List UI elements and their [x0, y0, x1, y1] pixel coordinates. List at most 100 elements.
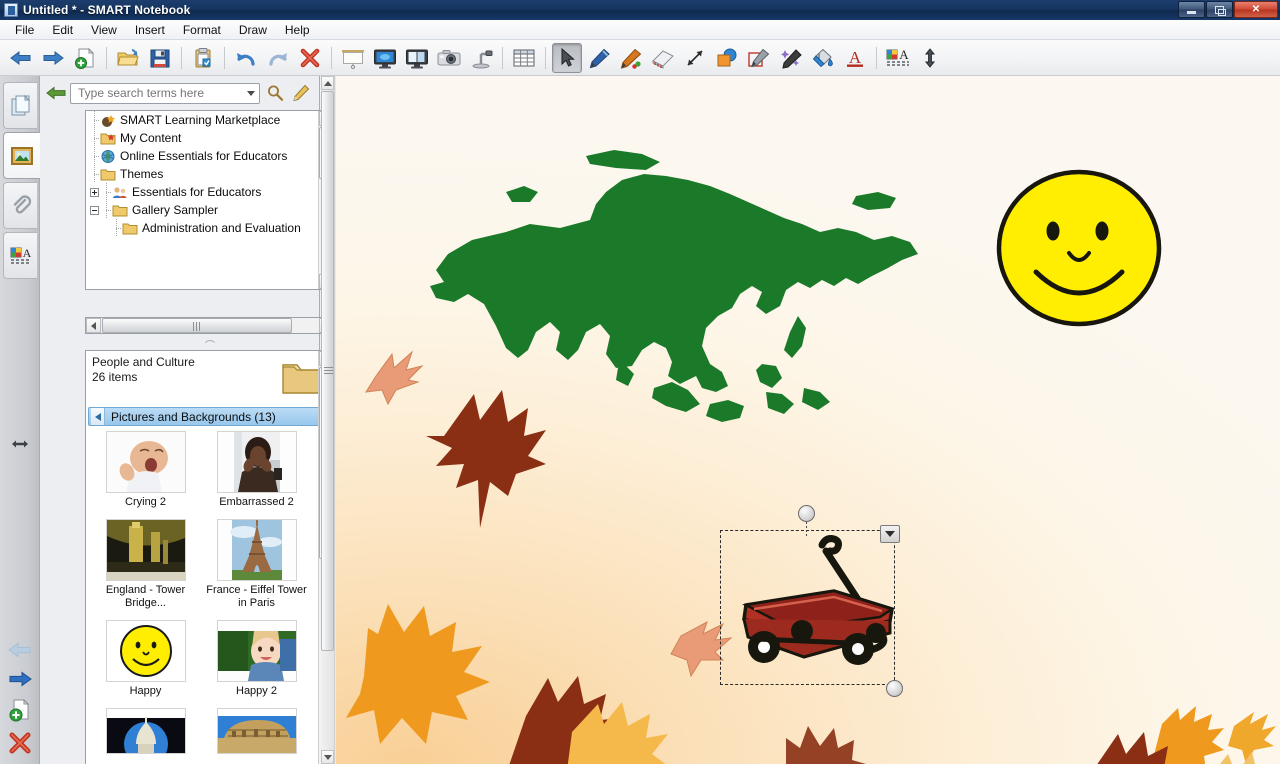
save-button[interactable]: [145, 43, 175, 73]
creative-pen-icon: [620, 48, 642, 69]
smiley-face-shape[interactable]: [994, 166, 1164, 331]
open-button[interactable]: [113, 43, 143, 73]
pen-tool-button[interactable]: [584, 43, 614, 73]
scrollbar-thumb[interactable]: [102, 318, 292, 333]
gallery-item[interactable]: Happy 2: [203, 620, 310, 698]
tree-item-online-essentials[interactable]: Online Essentials for Educators: [86, 147, 318, 165]
menu-file[interactable]: File: [6, 21, 43, 39]
magic-pen-icon: [781, 48, 802, 69]
asia-map-shape[interactable]: [410, 136, 930, 436]
gallery-back-button[interactable]: [46, 84, 66, 102]
tree-item-smart-learning-marketplace[interactable]: SMART Learning Marketplace: [86, 111, 318, 129]
undo-arrow-icon: [237, 52, 255, 66]
eraser-tool-button[interactable]: [648, 43, 678, 73]
thumbnail-image: [216, 519, 297, 581]
gallery-item[interactable]: Happy: [92, 620, 199, 698]
redo-button[interactable]: [263, 43, 293, 73]
chevron-down-icon[interactable]: [247, 90, 255, 96]
thumbnail-image: [105, 620, 186, 682]
right-arrow-icon: [43, 50, 64, 65]
gallery-search-box[interactable]: [70, 82, 260, 104]
attachments-tab[interactable]: [3, 182, 37, 229]
properties-tab[interactable]: A: [3, 232, 37, 279]
magic-pen-button[interactable]: [776, 43, 806, 73]
tree-item-gallery-sampler[interactable]: Gallery Sampler: [86, 201, 318, 219]
move-toolbar-button[interactable]: [915, 43, 945, 73]
rotate-handle[interactable]: [798, 505, 815, 522]
gallery-item[interactable]: [92, 708, 199, 757]
scroll-up-button[interactable]: [321, 76, 334, 90]
dual-page-button[interactable]: [402, 43, 432, 73]
menu-insert[interactable]: Insert: [126, 21, 174, 39]
toolbar-separator: [181, 46, 182, 69]
tree-connector: [102, 183, 112, 201]
restore-button[interactable]: [1206, 1, 1233, 18]
previous-page-button[interactable]: [7, 640, 33, 663]
gallery-item[interactable]: Embarrassed 2: [203, 431, 310, 509]
page-sorter-tab[interactable]: [3, 82, 37, 129]
screen-capture-button[interactable]: [434, 43, 464, 73]
gallery-section-header[interactable]: Pictures and Backgrounds (13): [88, 407, 324, 426]
shape-pen-button[interactable]: [744, 43, 774, 73]
full-screen-button[interactable]: [370, 43, 400, 73]
scroll-left-button[interactable]: [86, 318, 101, 333]
tree-horizontal-scrollbar[interactable]: [85, 317, 335, 334]
line-tool-button[interactable]: [680, 43, 710, 73]
select-tool-button[interactable]: [552, 42, 582, 73]
tree-item-essentials-for-educators[interactable]: Essentials for Educators: [86, 183, 318, 201]
minimize-button[interactable]: [1178, 1, 1205, 18]
tree-item-themes[interactable]: Themes: [86, 165, 318, 183]
undo-button[interactable]: [231, 43, 261, 73]
close-button[interactable]: ✕: [1234, 1, 1278, 18]
delete-page-button[interactable]: [7, 731, 33, 758]
text-tool-button[interactable]: A: [840, 43, 870, 73]
gallery-item[interactable]: England - Tower Bridge...: [92, 519, 199, 610]
add-page-button[interactable]: [7, 698, 33, 725]
gallery-item[interactable]: Crying 2: [92, 431, 199, 509]
scrollbar-thumb[interactable]: [321, 91, 334, 651]
triangle-right-icon[interactable]: [91, 408, 105, 425]
tree-expand-toggle[interactable]: [90, 187, 99, 197]
tree-collapse-toggle[interactable]: [90, 205, 99, 215]
insert-table-button[interactable]: [509, 43, 539, 73]
gallery-item[interactable]: [203, 708, 310, 757]
scroll-down-button[interactable]: [321, 750, 334, 764]
screen-shade-button[interactable]: [338, 43, 368, 73]
gallery-category-tree[interactable]: SMART Learning Marketplace My Content On…: [85, 110, 335, 290]
object-dropdown-menu[interactable]: [880, 525, 900, 543]
menu-bar: File Edit View Insert Format Draw Help: [0, 20, 1280, 40]
notebook-page[interactable]: [336, 76, 1280, 764]
gallery-tab[interactable]: [3, 132, 40, 179]
creative-pen-button[interactable]: [616, 43, 646, 73]
gallery-search-button[interactable]: [264, 82, 286, 104]
menu-edit[interactable]: Edit: [43, 21, 82, 39]
menu-view[interactable]: View: [82, 21, 126, 39]
thumbnail-image: [216, 708, 297, 754]
sidebar-resize-handle[interactable]: [10, 434, 30, 454]
fill-tool-button[interactable]: [808, 43, 838, 73]
gallery-item[interactable]: France - Eiffel Tower in Paris: [203, 519, 310, 610]
search-input[interactable]: [76, 84, 224, 102]
panel-splitter[interactable]: ⌒: [85, 338, 335, 352]
properties-button[interactable]: A: [883, 43, 913, 73]
gallery-edit-button[interactable]: [290, 82, 312, 104]
document-camera-button[interactable]: [466, 43, 496, 73]
canvas-area[interactable]: [321, 76, 1280, 764]
delete-button[interactable]: [295, 43, 325, 73]
canvas-vertical-scrollbar[interactable]: [321, 76, 335, 764]
tree-item-administration-and-evaluation[interactable]: Administration and Evaluation: [86, 219, 318, 237]
shapes-tool-button[interactable]: [712, 43, 742, 73]
tree-item-my-content[interactable]: My Content: [86, 129, 318, 147]
tree-connector: [90, 111, 100, 129]
menu-help[interactable]: Help: [276, 21, 319, 39]
paste-button[interactable]: [188, 43, 218, 73]
next-page-button[interactable]: [38, 43, 68, 73]
menu-draw[interactable]: Draw: [230, 21, 276, 39]
tree-connector: [112, 219, 122, 237]
resize-handle[interactable]: [886, 680, 903, 697]
add-page-button[interactable]: [70, 43, 100, 73]
menu-format[interactable]: Format: [174, 21, 230, 39]
folder-icon: [100, 169, 116, 180]
previous-page-button[interactable]: [6, 43, 36, 73]
next-page-button[interactable]: [7, 669, 33, 692]
